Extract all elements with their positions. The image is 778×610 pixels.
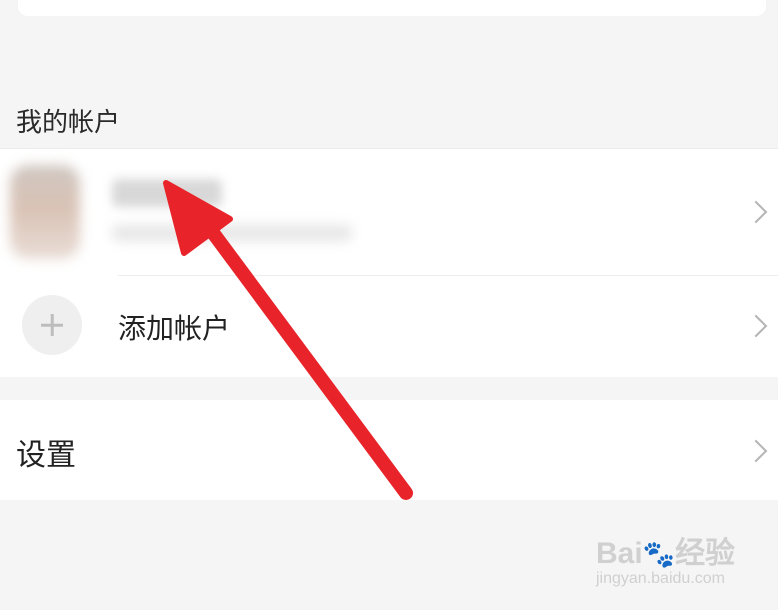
settings-panel: 设置 <box>0 400 778 500</box>
settings-label: 设置 <box>16 438 76 473</box>
my-accounts-header: 我的帐户 <box>16 108 121 138</box>
watermark-logo: Bai🐾经验 <box>596 528 735 572</box>
settings-row[interactable]: 设置 <box>0 400 778 500</box>
chevron-right-icon <box>744 439 768 463</box>
account-id-blurred <box>112 225 352 241</box>
current-account-row[interactable] <box>0 149 778 275</box>
chevron-right-icon <box>744 200 768 224</box>
paw-icon: 🐾 <box>642 539 676 569</box>
watermark-url: jingyan.baidu.com <box>596 570 725 587</box>
plus-icon <box>22 295 82 355</box>
avatar <box>10 165 80 259</box>
top-card <box>18 0 766 16</box>
accounts-panel: 添加帐户 <box>0 148 778 377</box>
baidu-jingyan-watermark: Bai🐾经验 jingyan.baidu.com <box>596 528 735 588</box>
watermark-brand-pre: Bai <box>596 537 643 570</box>
add-account-row[interactable]: 添加帐户 <box>0 275 778 377</box>
watermark-brand-post: 经验 <box>675 537 736 570</box>
chevron-right-icon <box>744 314 768 338</box>
add-account-label: 添加帐户 <box>118 312 231 345</box>
account-name-blurred <box>112 179 222 207</box>
